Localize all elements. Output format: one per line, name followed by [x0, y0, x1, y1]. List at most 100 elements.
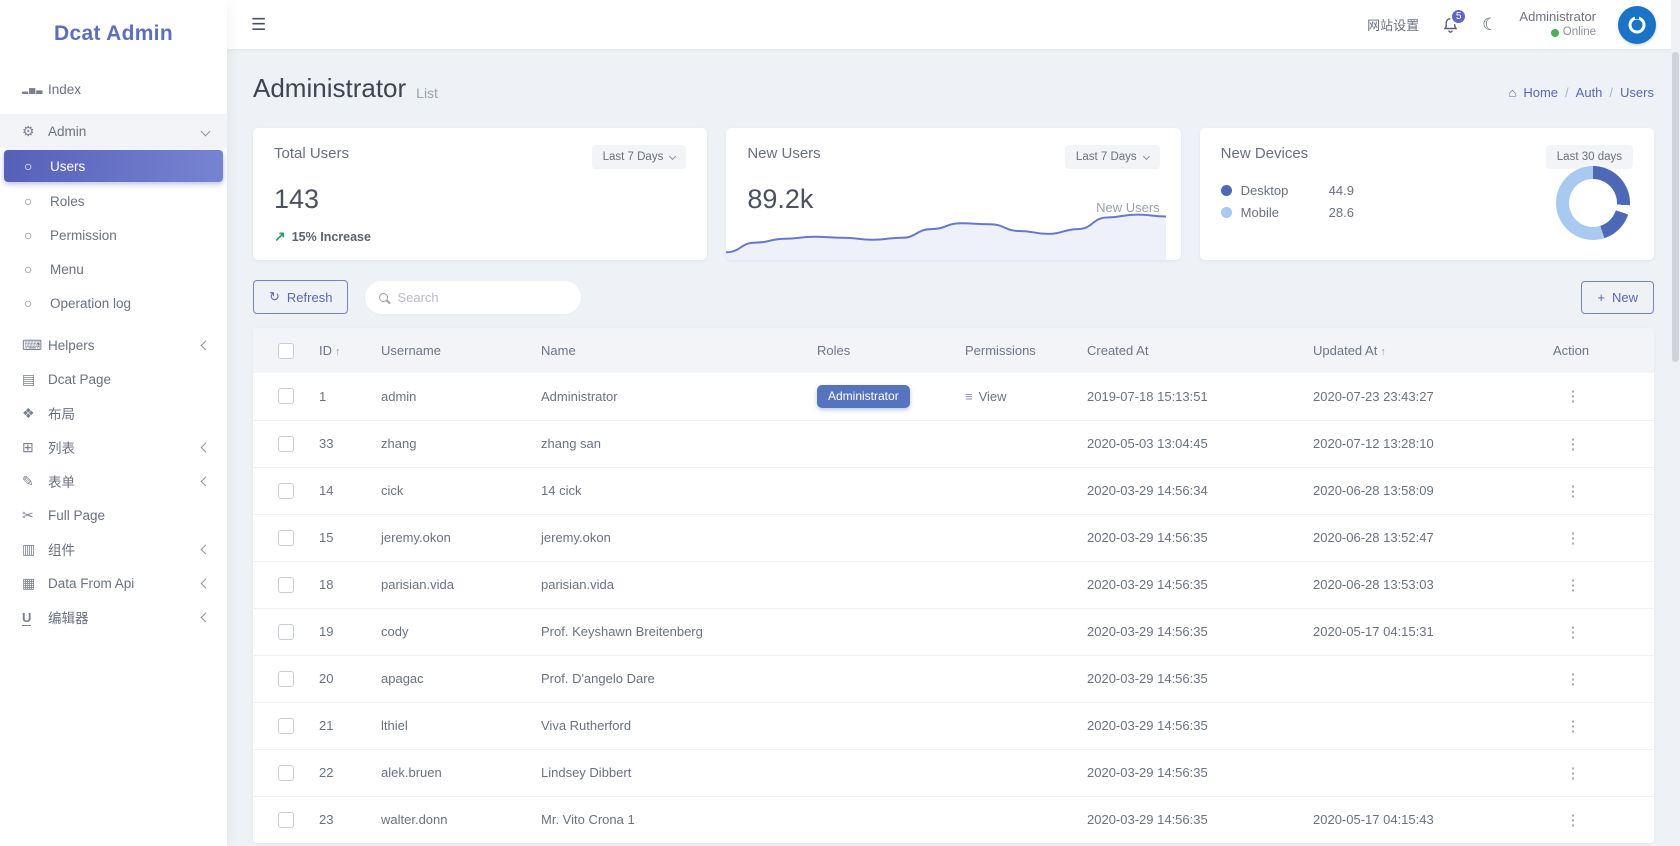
- breadcrumb-home[interactable]: Home: [1523, 85, 1558, 100]
- row-checkbox[interactable]: [278, 811, 294, 828]
- sidebar-item-admin[interactable]: ⚙ Admin: [0, 114, 227, 148]
- sidebar-item-list[interactable]: ⊞ 列表: [0, 430, 227, 464]
- row-checkbox[interactable]: [278, 623, 294, 640]
- row-checkbox[interactable]: [278, 435, 294, 452]
- row-actions-menu[interactable]: ⋮: [1553, 670, 1593, 688]
- sidebar-item-operation-log[interactable]: ○ Operation log: [0, 286, 227, 320]
- row-checkbox[interactable]: [278, 482, 294, 499]
- row-actions-menu[interactable]: ⋮: [1553, 387, 1593, 405]
- cell-roles: [805, 795, 953, 843]
- sidebar-item-full-page[interactable]: ✂ Full Page: [0, 498, 227, 532]
- refresh-button[interactable]: ↻ Refresh: [253, 280, 349, 314]
- sidebar-item-menu[interactable]: ○ Menu: [0, 252, 227, 286]
- view-permissions-link[interactable]: ≡ View: [965, 389, 1075, 404]
- row-actions-menu[interactable]: ⋮: [1553, 623, 1593, 641]
- search-input[interactable]: [397, 289, 568, 305]
- cell-roles: [805, 560, 953, 608]
- dark-mode-toggle-icon[interactable]: ☾: [1482, 15, 1497, 35]
- cell-username: cody: [369, 607, 529, 655]
- sidebar-item-label: 编辑器: [48, 611, 89, 626]
- cell-id: 22: [307, 748, 369, 796]
- sidebar-item-label: Helpers: [48, 337, 95, 353]
- power-icon: [1628, 16, 1646, 33]
- card-title: New Devices: [1220, 145, 1309, 162]
- cell-roles: [805, 701, 953, 749]
- sidebar-item-dcat-page[interactable]: ▤ Dcat Page: [0, 362, 227, 396]
- users-table: ID ↑ Username Name Roles Permissions Created A…: [253, 328, 1654, 843]
- new-button[interactable]: + New: [1581, 280, 1654, 314]
- breadcrumb-users[interactable]: Users: [1620, 85, 1654, 100]
- cell-id: 14: [307, 466, 369, 514]
- new-users-card: New Users Last 7 Days 89.2k New Users: [726, 128, 1181, 260]
- row-checkbox[interactable]: [278, 529, 294, 546]
- chart-bar-icon: ▂▅▃: [22, 84, 44, 94]
- underline-icon: U: [22, 609, 32, 626]
- cell-id: 1: [319, 388, 327, 404]
- page-subtitle: List: [416, 85, 438, 101]
- cell-permissions: [953, 654, 1075, 702]
- cell-created-at: 2020-03-29 14:56:35: [1075, 748, 1301, 796]
- component-icon: ▥: [22, 540, 36, 557]
- sidebar-item-layout[interactable]: ❖ 布局: [0, 396, 227, 430]
- period-dropdown[interactable]: Last 7 Days: [591, 145, 687, 169]
- sidebar-item-editor[interactable]: U 编辑器: [0, 600, 227, 634]
- row-checkbox[interactable]: [278, 576, 294, 593]
- row-actions-menu[interactable]: ⋮: [1553, 435, 1593, 453]
- row-actions-menu[interactable]: ⋮: [1553, 811, 1593, 829]
- cell-name: Lindsey Dibbert: [529, 748, 805, 796]
- sidebar-item-index[interactable]: ▂▅▃ Index: [0, 72, 227, 106]
- period-dropdown[interactable]: Last 7 Days: [1064, 145, 1160, 169]
- avatar[interactable]: [1618, 5, 1656, 44]
- notifications-button[interactable]: 5: [1441, 7, 1468, 35]
- column-header-updated-at[interactable]: Updated At ↑: [1301, 328, 1541, 373]
- cell-username: jeremy.okon: [369, 513, 529, 561]
- row-actions-menu[interactable]: ⋮: [1553, 576, 1593, 594]
- cell-created-at: 2020-03-29 14:56:35: [1075, 607, 1301, 655]
- scrollbar-thumb[interactable]: [1672, 52, 1679, 362]
- row-checkbox[interactable]: [278, 717, 294, 734]
- cell-permissions: ≡ View: [953, 373, 1075, 420]
- row-checkbox[interactable]: [278, 764, 294, 781]
- sort-asc-icon: ↑: [1380, 346, 1386, 358]
- search-box[interactable]: [365, 280, 582, 314]
- select-all-checkbox[interactable]: [278, 342, 294, 359]
- sidebar: Dcat Admin ▂▅▃ Index ⚙ Admin ○ Users ○ Role…: [0, 0, 227, 846]
- sidebar-item-label: Permission: [50, 227, 117, 243]
- cell-roles: [805, 419, 953, 467]
- cell-created-at: 2020-03-29 14:56:35: [1075, 701, 1301, 749]
- site-settings-link[interactable]: 网站设置: [1367, 15, 1419, 34]
- row-actions-menu[interactable]: ⋮: [1553, 764, 1593, 782]
- breadcrumb-auth[interactable]: Auth: [1576, 85, 1603, 100]
- sidebar-item-roles[interactable]: ○ Roles: [0, 184, 227, 218]
- row-actions-menu[interactable]: ⋮: [1553, 529, 1593, 547]
- sidebar-item-data-from-api[interactable]: ▦ Data From Api: [0, 566, 227, 600]
- hamburger-menu-icon[interactable]: ☰: [251, 15, 266, 35]
- chevron-down-icon: [669, 152, 677, 160]
- sidebar-item-permission[interactable]: ○ Permission: [0, 218, 227, 252]
- scrollbar[interactable]: [1671, 0, 1680, 846]
- circle-icon: ○: [24, 295, 33, 311]
- user-menu[interactable]: Administrator Online: [1519, 9, 1596, 40]
- legend-label: Mobile: [1240, 205, 1279, 220]
- cell-updated-at: 2020-06-28 13:52:47: [1301, 513, 1541, 561]
- legend-label: Desktop: [1240, 183, 1289, 198]
- cell-username: cick: [369, 466, 529, 514]
- column-header-id[interactable]: ID ↑: [307, 328, 369, 373]
- cell-updated-at: 2020-06-28 13:53:03: [1301, 560, 1541, 608]
- sidebar-item-form[interactable]: ✎ 表单: [0, 464, 227, 498]
- cell-name: Prof. Keyshawn Breitenberg: [529, 607, 805, 655]
- app-logo[interactable]: Dcat Admin: [0, 0, 227, 72]
- cell-roles: [805, 748, 953, 796]
- row-checkbox[interactable]: [278, 670, 294, 687]
- circle-icon: ○: [24, 261, 33, 277]
- cell-name: 14 cick: [529, 466, 805, 514]
- sidebar-item-users[interactable]: ○ Users: [4, 150, 223, 182]
- sidebar-item-component[interactable]: ▥ 组件: [0, 532, 227, 566]
- row-checkbox[interactable]: [278, 388, 294, 405]
- sidebar-item-helpers[interactable]: ⌨ Helpers: [0, 328, 227, 362]
- row-actions-menu[interactable]: ⋮: [1553, 717, 1593, 735]
- sidebar-item-label: Index: [48, 81, 82, 97]
- cell-created-at: 2019-07-18 15:13:51: [1087, 388, 1208, 404]
- row-actions-menu[interactable]: ⋮: [1553, 482, 1593, 500]
- home-icon: ⌂: [1508, 85, 1517, 100]
